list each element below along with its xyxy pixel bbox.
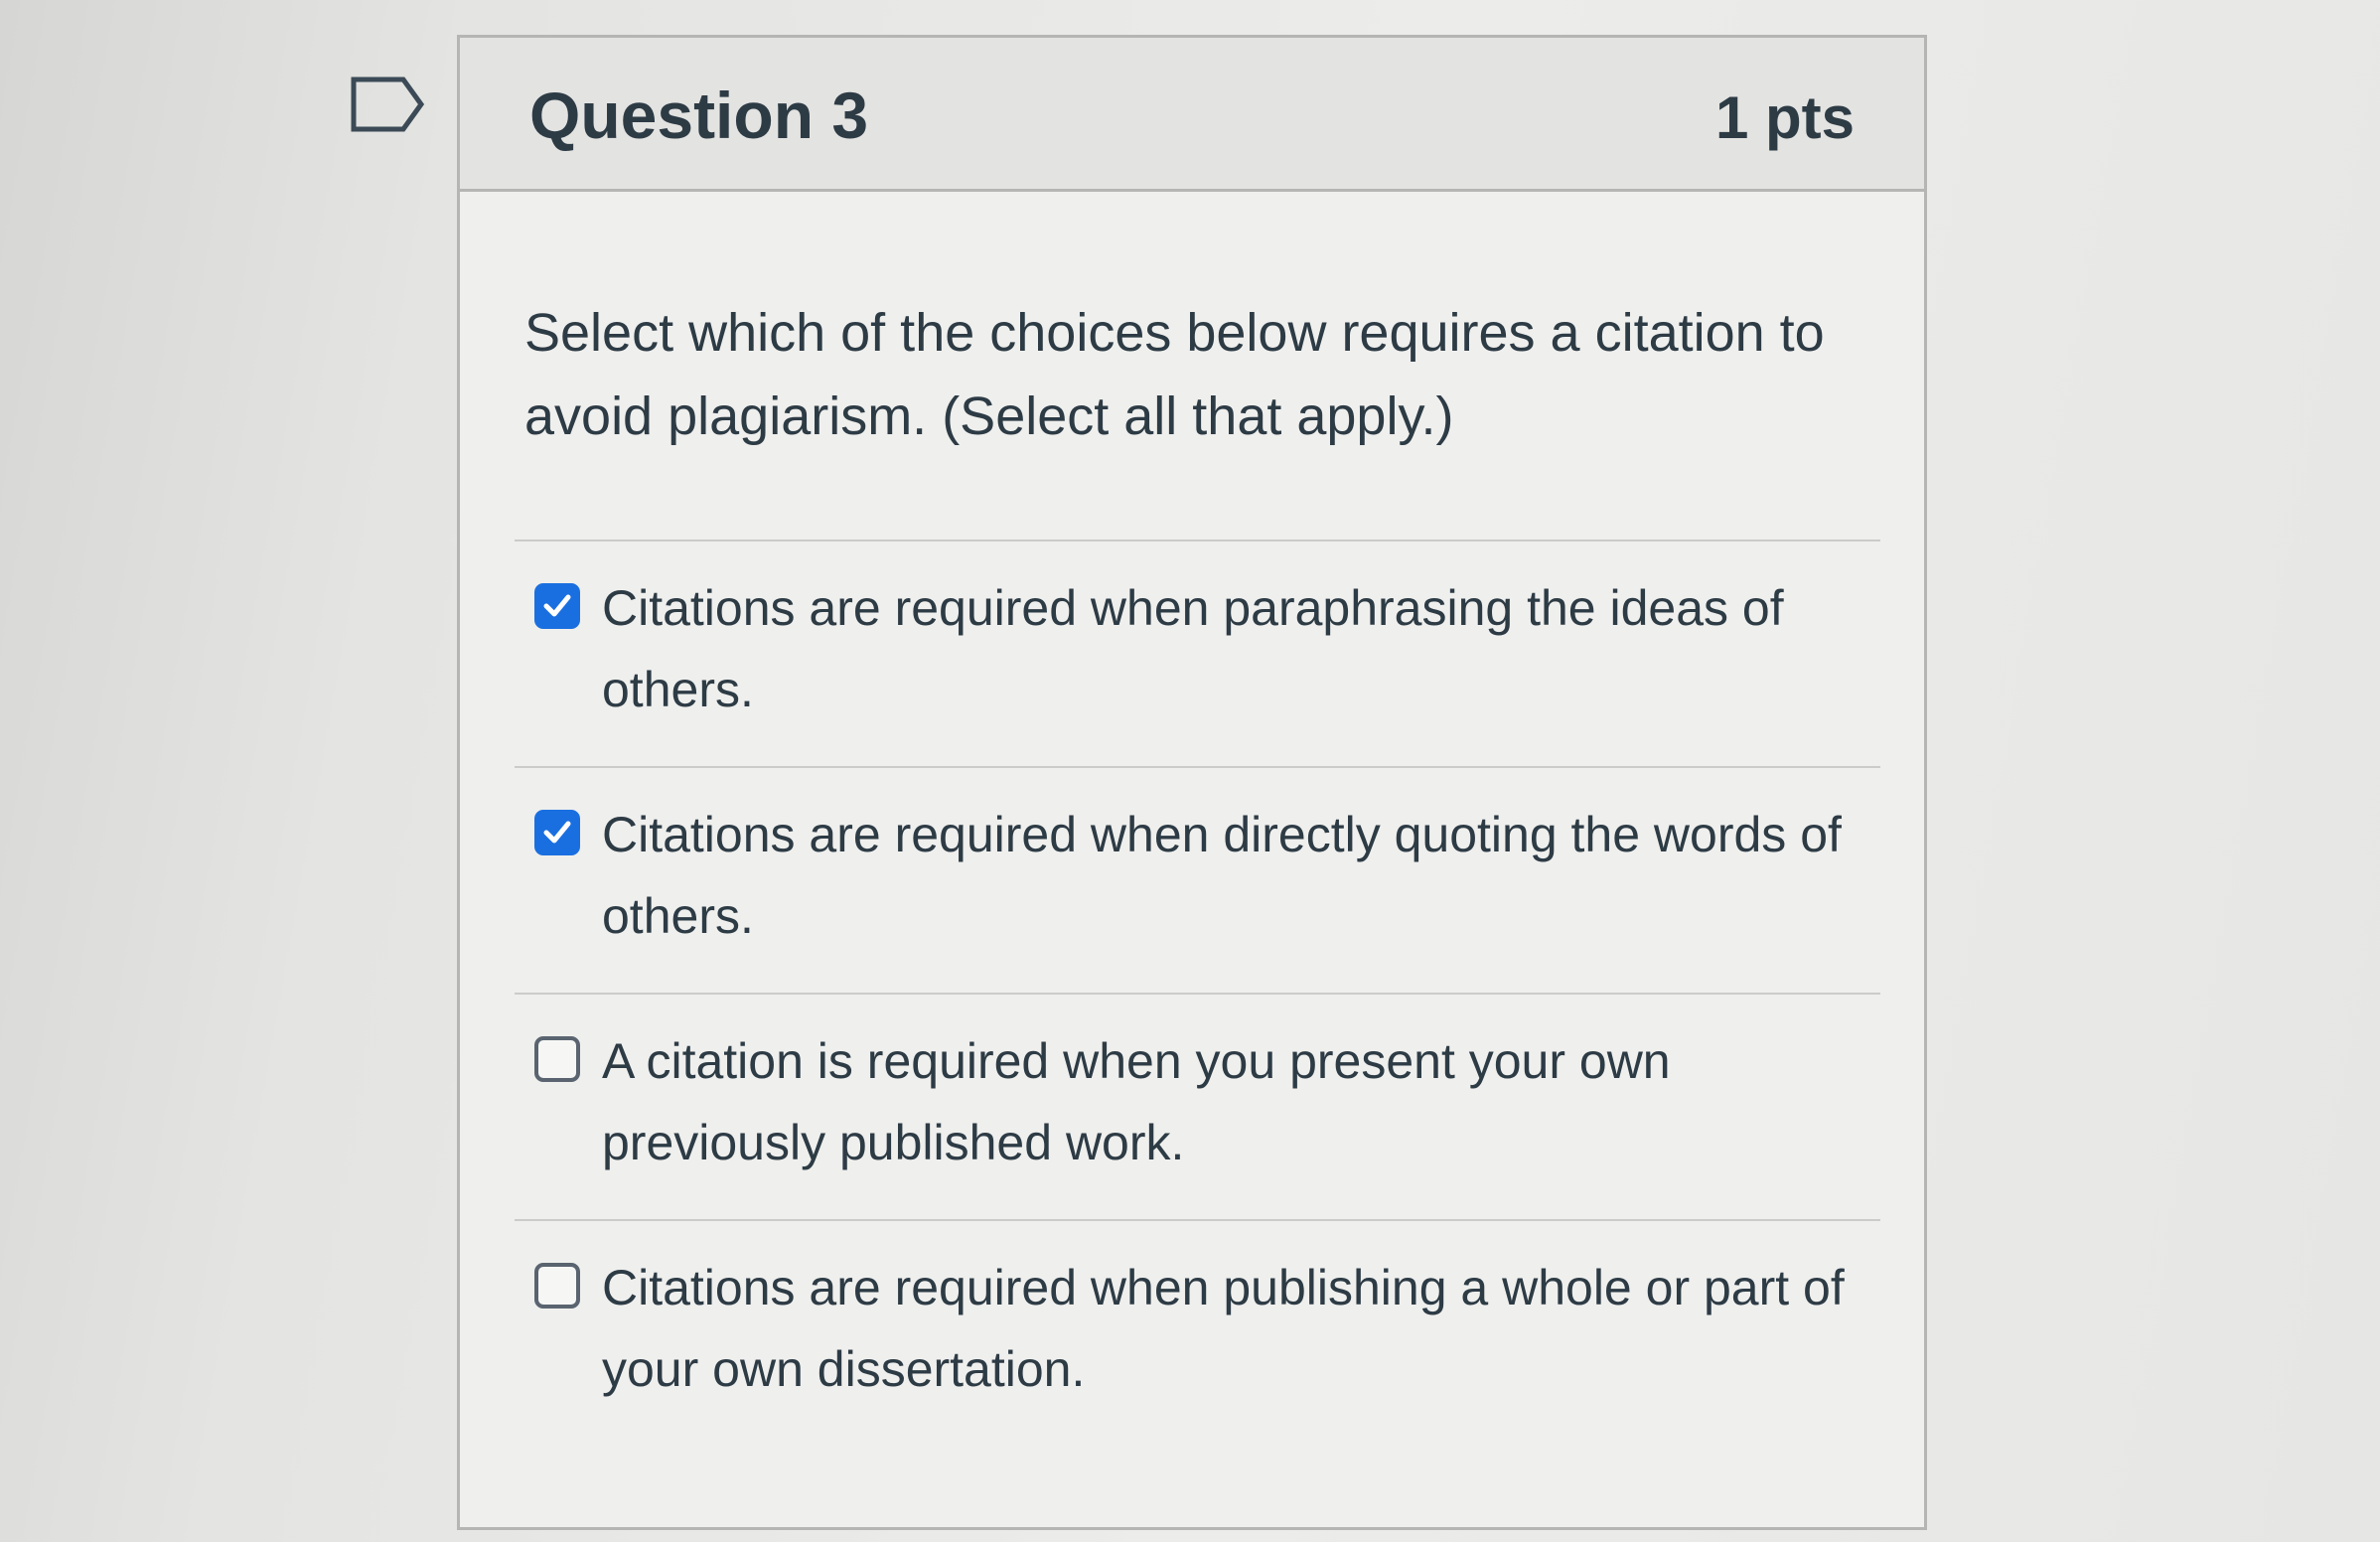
question-header: Question 3 1 pts — [460, 38, 1924, 192]
question-card: Question 3 1 pts Select which of the cho… — [457, 35, 1927, 1530]
answer-list: Citations are required when paraphrasing… — [515, 540, 1880, 1446]
bookmark-flag-icon[interactable] — [350, 76, 425, 133]
answer-option[interactable]: Citations are required when directly quo… — [515, 766, 1880, 993]
answer-option[interactable]: Citations are required when publishing a… — [515, 1219, 1880, 1446]
answer-label: Citations are required when directly quo… — [602, 807, 1842, 944]
checkbox-icon[interactable] — [534, 1036, 580, 1082]
answer-label: A citation is required when you present … — [602, 1033, 1671, 1170]
answer-option[interactable]: A citation is required when you present … — [515, 993, 1880, 1219]
answer-label: Citations are required when paraphrasing… — [602, 580, 1784, 717]
checkmark-icon — [543, 594, 571, 617]
checkbox-icon[interactable] — [534, 583, 580, 629]
answer-option[interactable]: Citations are required when paraphrasing… — [515, 540, 1880, 766]
checkmark-icon — [543, 821, 571, 844]
question-text: Select which of the choices below requir… — [524, 303, 1825, 446]
answer-label: Citations are required when publishing a… — [602, 1260, 1845, 1397]
question-title: Question 3 — [529, 78, 869, 152]
checkbox-icon[interactable] — [534, 810, 580, 855]
checkbox-icon[interactable] — [534, 1263, 580, 1309]
question-points: 1 pts — [1714, 84, 1855, 151]
